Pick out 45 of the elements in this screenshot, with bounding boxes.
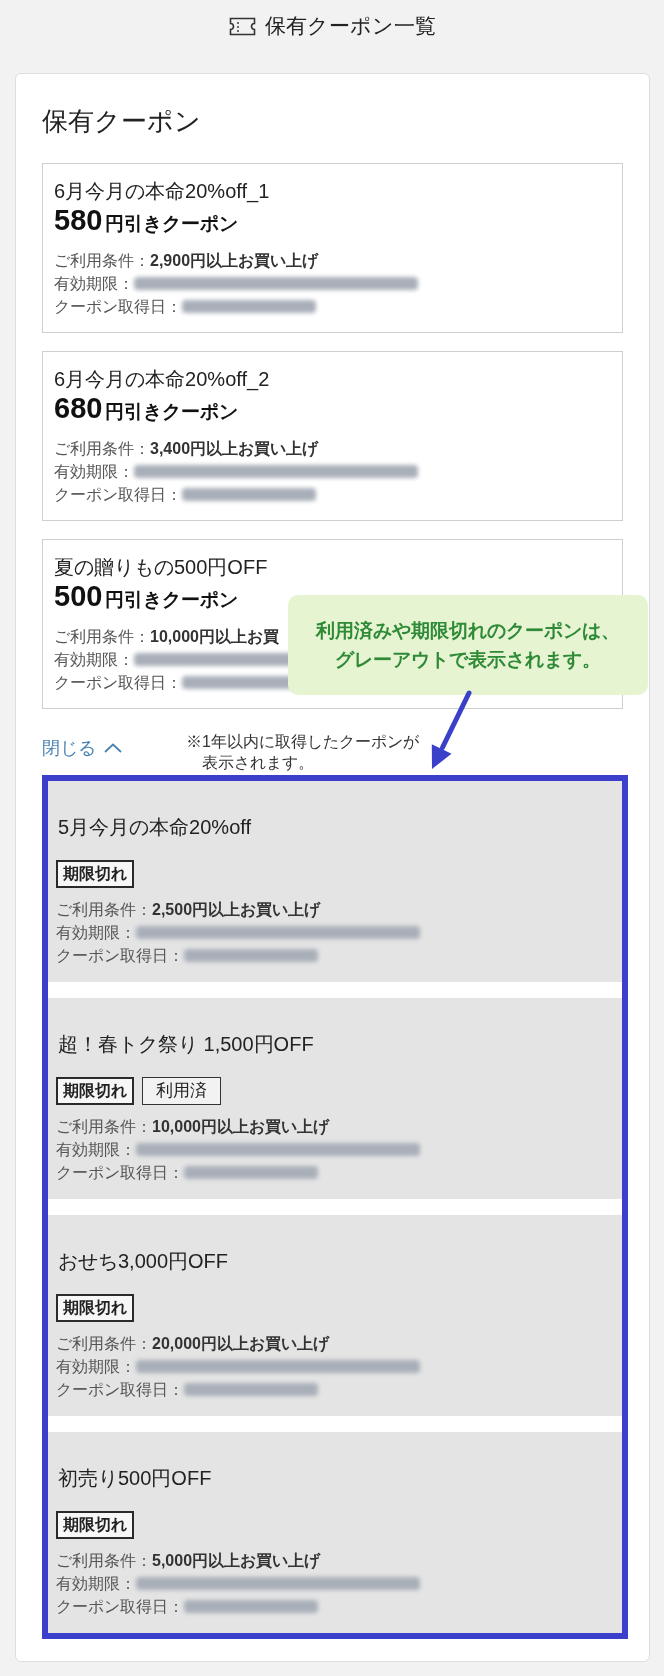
coupon-title: 6月今月の本命20%off_1 [54, 179, 270, 205]
period-label: 有効期限： [56, 1357, 136, 1377]
condition-text: ご利用条件：10,000円以上お買い上げ [56, 1117, 329, 1137]
condition-text: ご利用条件：2,900円以上お買い上げ [54, 251, 319, 271]
condition-text: ご利用条件：2,500円以上お買い上げ [56, 900, 321, 920]
acquired-label: クーポン取得日： [54, 485, 182, 505]
discount-amount: 500 [54, 581, 103, 611]
coupon-title: おせち3,000円OFF [57, 1249, 229, 1274]
acquired-label: クーポン取得日： [56, 1380, 184, 1400]
period-label: 有効期限： [54, 462, 134, 482]
page-title: 保有クーポン一覧 [264, 13, 436, 39]
discount-label: 円引きクーポン [105, 588, 239, 612]
period-label: 有効期限： [56, 1140, 136, 1160]
coupon-title: 夏の贈りもの500円OFF [54, 555, 268, 580]
note-text: ※1年以内に取得したクーポンが 表示されます。 [186, 732, 419, 773]
acquired-label: クーポン取得日： [56, 946, 184, 966]
section-title: 保有クーポン [42, 105, 201, 138]
coupon-title: 初売り500円OFF [57, 1466, 212, 1491]
period-label: 有効期限： [54, 274, 134, 294]
acquired-label: クーポン取得日： [54, 673, 182, 693]
status-badge: 期限切れ [56, 1294, 134, 1322]
status-badge: 期限切れ [56, 1511, 134, 1539]
close-link[interactable]: 閉じる [42, 736, 122, 760]
acquired-label: クーポン取得日： [56, 1597, 184, 1617]
coupon-title: 5月今月の本命20%off [57, 815, 252, 840]
condition-text: ご利用条件：3,400円以上お買い上げ [54, 439, 319, 459]
acquired-label: クーポン取得日： [56, 1163, 184, 1183]
coupon-title: 6月今月の本命20%off_2 [54, 367, 270, 393]
status-badge: 期限切れ [56, 860, 134, 888]
period-label: 有効期限： [54, 650, 134, 670]
discount-amount: 580 [54, 205, 103, 235]
period-label: 有効期限： [56, 1574, 136, 1594]
condition-text: ご利用条件：5,000円以上お買い上げ [56, 1551, 321, 1571]
status-badge: 利用済 [142, 1077, 221, 1105]
discount-label: 円引きクーポン [105, 212, 239, 236]
discount-label: 円引きクーポン [105, 400, 239, 424]
period-label: 有効期限： [56, 923, 136, 943]
coupon-title: 超！春トク祭り 1,500円OFF [57, 1032, 314, 1057]
acquired-label: クーポン取得日： [54, 297, 182, 317]
callout-text: 利用済みや期限切れのクーポンは、 グレーアウトで表示されます。 [316, 619, 620, 672]
status-badge: 期限切れ [56, 1077, 134, 1105]
condition-text: ご利用条件：20,000円以上お買い上げ [56, 1334, 329, 1354]
ticket-icon [228, 17, 256, 36]
condition-text: ご利用条件：10,000円以上お買 [54, 627, 279, 647]
discount-amount: 680 [54, 393, 103, 423]
